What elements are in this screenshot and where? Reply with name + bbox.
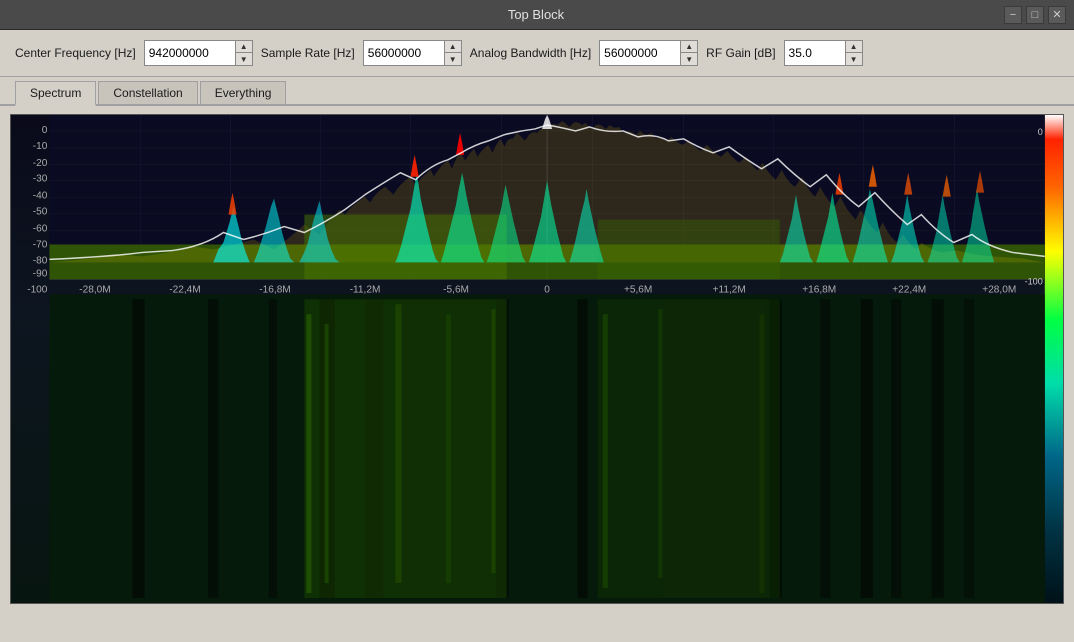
sample-rate-up[interactable]: ▲ (445, 41, 461, 53)
spectrum-svg: 0 -10 -20 -30 -40 -50 -60 -70 -80 -90 -1… (11, 115, 1063, 603)
maximize-button[interactable]: □ (1026, 6, 1044, 24)
rf-gain-label: RF Gain [dB] (706, 46, 775, 60)
window-controls: − □ ✕ (1004, 6, 1066, 24)
center-freq-spinner: ▲ ▼ (235, 41, 252, 65)
svg-text:-16,8M: -16,8M (259, 284, 290, 295)
sample-rate-spinner: ▲ ▼ (444, 41, 461, 65)
center-freq-label: Center Frequency [Hz] (15, 46, 136, 60)
svg-text:+11,2M: +11,2M (713, 284, 746, 295)
analog-bw-label: Analog Bandwidth [Hz] (470, 46, 591, 60)
svg-text:-30: -30 (33, 174, 48, 185)
sample-rate-field[interactable] (364, 41, 444, 65)
svg-text:-100: -100 (1025, 276, 1043, 286)
svg-text:-28,0M: -28,0M (79, 284, 110, 295)
close-button[interactable]: ✕ (1048, 6, 1066, 24)
center-freq-field[interactable] (145, 41, 235, 65)
svg-text:-90: -90 (33, 268, 48, 279)
rf-gain-up[interactable]: ▲ (846, 41, 862, 53)
svg-text:-11,2M: -11,2M (350, 284, 381, 295)
sample-rate-down[interactable]: ▼ (445, 53, 461, 65)
svg-text:-80: -80 (33, 255, 48, 266)
svg-text:0: 0 (544, 284, 550, 295)
center-freq-input[interactable]: ▲ ▼ (144, 40, 253, 66)
spectrum-display: 0 -10 -20 -30 -40 -50 -60 -70 -80 -90 -1… (10, 114, 1064, 604)
main-window: Center Frequency [Hz] ▲ ▼ Sample Rate [H… (0, 30, 1074, 642)
analog-bw-input[interactable]: ▲ ▼ (599, 40, 698, 66)
rf-gain-input[interactable]: ▲ ▼ (784, 40, 863, 66)
tabs-bar: Spectrum Constellation Everything (0, 77, 1074, 106)
tab-constellation[interactable]: Constellation (98, 81, 197, 104)
svg-text:0: 0 (42, 125, 48, 136)
center-freq-down[interactable]: ▼ (236, 53, 252, 65)
rf-gain-spinner: ▲ ▼ (845, 41, 862, 65)
tab-spectrum[interactable]: Spectrum (15, 81, 96, 106)
svg-text:+5,6M: +5,6M (624, 284, 652, 295)
center-freq-up[interactable]: ▲ (236, 41, 252, 53)
window-title: Top Block (68, 7, 1004, 22)
svg-text:0: 0 (1038, 127, 1043, 137)
analog-bw-spinner: ▲ ▼ (680, 41, 697, 65)
svg-text:-40: -40 (33, 191, 48, 202)
svg-text:+28,0M: +28,0M (982, 284, 1016, 295)
svg-text:-22,4M: -22,4M (169, 284, 200, 295)
analog-bw-field[interactable] (600, 41, 680, 65)
rf-gain-down[interactable]: ▼ (846, 53, 862, 65)
svg-text:-100: -100 (27, 284, 48, 295)
rf-gain-field[interactable] (785, 41, 845, 65)
title-bar: Top Block − □ ✕ (0, 0, 1074, 30)
svg-text:-50: -50 (33, 207, 48, 218)
sample-rate-label: Sample Rate [Hz] (261, 46, 355, 60)
minimize-button[interactable]: − (1004, 6, 1022, 24)
analog-bw-down[interactable]: ▼ (681, 53, 697, 65)
svg-text:-20: -20 (33, 158, 48, 169)
svg-text:-10: -10 (33, 141, 48, 152)
svg-text:-70: -70 (33, 240, 48, 251)
analog-bw-up[interactable]: ▲ (681, 41, 697, 53)
sample-rate-input[interactable]: ▲ ▼ (363, 40, 462, 66)
toolbar: Center Frequency [Hz] ▲ ▼ Sample Rate [H… (0, 30, 1074, 77)
svg-text:-60: -60 (33, 224, 48, 235)
svg-text:+16,8M: +16,8M (802, 284, 836, 295)
svg-text:-5,6M: -5,6M (443, 284, 469, 295)
svg-text:+22,4M: +22,4M (892, 284, 926, 295)
tab-everything[interactable]: Everything (200, 81, 287, 104)
